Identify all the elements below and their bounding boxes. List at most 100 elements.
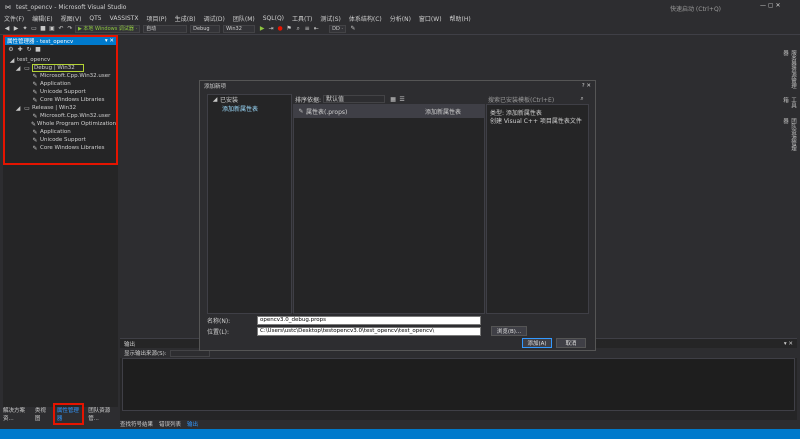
dialog-category-pane: ◢ 已安装 添加新属性表 bbox=[207, 94, 292, 314]
expand-icon[interactable]: ◢ bbox=[14, 64, 22, 72]
run-icon[interactable]: ▶ bbox=[258, 25, 266, 33]
add-button[interactable]: 添加(A) bbox=[522, 338, 552, 348]
step-icon[interactable]: ⇥ bbox=[267, 25, 275, 33]
extension-icon[interactable]: ✎ bbox=[349, 25, 357, 33]
tab-find-symbol-results[interactable]: 查找符号结果 bbox=[120, 420, 153, 428]
add-property-sheet-icon[interactable]: ✚ bbox=[16, 46, 24, 54]
tab-class-view[interactable]: 类视图 bbox=[35, 406, 49, 422]
location-field[interactable]: C:\Users\ustc\Desktop\testopencv3.0\test… bbox=[257, 326, 481, 336]
tree-project[interactable]: ◢ test_opencv bbox=[5, 56, 116, 64]
dialog-close-icon[interactable]: ? ✕ bbox=[582, 83, 591, 89]
menu-edit[interactable]: 编辑(E) bbox=[32, 14, 52, 23]
open-file-icon[interactable]: ▭ bbox=[30, 25, 38, 33]
menu-sql[interactable]: SQL(Q) bbox=[263, 15, 284, 22]
new-project-icon[interactable]: ✦ bbox=[21, 25, 29, 33]
indent-icon[interactable]: ⇤ bbox=[312, 25, 320, 33]
rail-toolbox[interactable]: 工具箱 bbox=[781, 97, 797, 112]
back-icon[interactable]: ◀ bbox=[3, 25, 11, 33]
dd-dropdown[interactable]: DD · bbox=[329, 24, 347, 33]
category-item-label: 添加新属性表 bbox=[222, 106, 259, 113]
comment-icon[interactable]: ≡ bbox=[303, 25, 311, 33]
tree-item-label: Unicode Support bbox=[40, 89, 86, 95]
template-description-line: 创建 Visual C++ 项目属性表文件 bbox=[490, 118, 582, 125]
tree-item[interactable]: ✎ Unicode Support bbox=[5, 136, 116, 144]
category-item[interactable]: 添加新属性表 bbox=[208, 104, 291, 113]
tab-property-manager[interactable]: 属性管理器 bbox=[52, 403, 85, 425]
sort-label: 排序依据: bbox=[295, 96, 322, 104]
tree-item[interactable]: ✎ Unicode Support bbox=[5, 88, 116, 96]
tab-solution-explorer[interactable]: 解决方案资... bbox=[3, 406, 31, 422]
menu-architecture[interactable]: 体系结构(C) bbox=[349, 14, 382, 23]
template-item[interactable]: ✎ 属性表(.props) 添加新属性表 bbox=[294, 105, 484, 118]
tree-debug-label: Debug | Win32 bbox=[32, 64, 84, 72]
breakpoint-icon[interactable]: ● bbox=[276, 25, 284, 33]
save-icon[interactable]: ■ bbox=[39, 25, 47, 33]
panel-pin-close[interactable]: ▾ ✕ bbox=[105, 38, 114, 44]
name-field[interactable]: opencv3.0_debug.props bbox=[257, 315, 481, 325]
search-box[interactable]: 搜索已安装模板(Ctrl+E) ⌕ bbox=[486, 94, 589, 104]
output-text-area[interactable] bbox=[122, 358, 795, 411]
sort-dropdown[interactable]: 默认值 bbox=[323, 95, 386, 103]
expand-icon[interactable]: ◢ bbox=[211, 96, 219, 104]
quick-launch-input[interactable]: 快速启动 (Ctrl+Q) bbox=[670, 4, 721, 13]
menu-test[interactable]: 测试(S) bbox=[320, 14, 341, 23]
cancel-button[interactable]: 取消 bbox=[556, 338, 586, 348]
tree-item-label: Unicode Support bbox=[40, 137, 86, 143]
tree-release-node[interactable]: ◢ ▭ Release | Win32 bbox=[5, 104, 116, 112]
menu-help[interactable]: 帮助(H) bbox=[450, 14, 471, 23]
rail-team-explorer[interactable]: 团队资源管理器 bbox=[781, 118, 797, 154]
tree-item[interactable]: ✎ Microsoft.Cpp.Win32.user bbox=[5, 112, 116, 120]
undo-icon[interactable]: ↶ bbox=[57, 25, 65, 33]
tab-team-explorer[interactable]: 团队资源管... bbox=[88, 406, 116, 422]
auto-dropdown[interactable]: 自动 bbox=[143, 24, 188, 33]
wrench-icon: ✎ bbox=[31, 120, 37, 128]
menu-team[interactable]: 团队(M) bbox=[233, 14, 255, 23]
tree-debug-node[interactable]: ◢ ▭ Debug | Win32 bbox=[5, 64, 116, 72]
location-label: 位置(L): bbox=[207, 328, 230, 336]
configuration-dropdown[interactable]: Debug bbox=[190, 24, 221, 33]
menu-qt5[interactable]: QT5 bbox=[89, 15, 101, 22]
tree-item[interactable]: ✎ Application bbox=[5, 128, 116, 136]
tab-error-list[interactable]: 错误列表 bbox=[159, 420, 181, 428]
menu-file[interactable]: 文件(F) bbox=[4, 14, 24, 23]
browse-button[interactable]: 浏览(B)... bbox=[491, 326, 527, 336]
search-icon[interactable]: ⌕ bbox=[578, 95, 586, 103]
dialog-template-pane: 排序依据: 默认值 ▦ ☰ ✎ 属性表(.props) 添加新属性表 bbox=[293, 94, 485, 314]
menu-debug[interactable]: 调试(D) bbox=[204, 14, 225, 23]
start-debugger-button[interactable]: ▶ 本地 Windows 调试器 · bbox=[75, 24, 141, 33]
wrench-icon[interactable]: ⚙ bbox=[7, 46, 15, 54]
menu-build[interactable]: 生成(B) bbox=[175, 14, 196, 23]
tree-item[interactable]: ✎ Core Windows Libraries bbox=[5, 96, 116, 104]
property-manager-highlight: 属性管理器 - test_opencv ▾ ✕ ⚙ ✚ ↻ ■ ◢ test_op… bbox=[3, 35, 118, 165]
refresh-icon[interactable]: ↻ bbox=[25, 46, 33, 54]
tab-output[interactable]: 输出 bbox=[187, 420, 198, 428]
installed-node[interactable]: ◢ 已安装 bbox=[208, 95, 291, 104]
search-input[interactable]: 搜索已安装模板(Ctrl+E) bbox=[488, 95, 554, 104]
wrench-icon: ✎ bbox=[32, 72, 38, 80]
tree-item[interactable]: ✎ Microsoft.Cpp.Win32.user bbox=[5, 72, 116, 80]
menu-window[interactable]: 窗口(W) bbox=[419, 14, 442, 23]
dialog-title-bar: 添加新项 ? ✕ bbox=[200, 81, 595, 91]
menu-tools[interactable]: 工具(T) bbox=[292, 14, 312, 23]
list-view-icon[interactable]: ☰ bbox=[398, 95, 406, 103]
forward-icon[interactable]: ▶ bbox=[12, 25, 20, 33]
tree-item[interactable]: ✎ Whole Program Optimization bbox=[5, 120, 116, 128]
menu-analyze[interactable]: 分析(N) bbox=[390, 14, 411, 23]
save-all-icon[interactable]: ▣ bbox=[48, 25, 56, 33]
menu-vassistx[interactable]: VASSISTX bbox=[110, 15, 139, 22]
expand-icon[interactable]: ◢ bbox=[14, 104, 22, 112]
tree-item[interactable]: ✎ Application bbox=[5, 80, 116, 88]
find-icon[interactable]: ⌕ bbox=[294, 25, 302, 33]
output-panel-controls[interactable]: ▾ ✕ bbox=[784, 341, 793, 347]
tree-item[interactable]: ✎ Core Windows Libraries bbox=[5, 144, 116, 152]
platform-dropdown[interactable]: Win32 bbox=[223, 24, 256, 33]
save-sheet-icon[interactable]: ■ bbox=[34, 46, 42, 54]
menu-project[interactable]: 项目(P) bbox=[146, 14, 166, 23]
window-controls[interactable]: — ▢ ✕ bbox=[760, 2, 781, 9]
bookmark-icon[interactable]: ⚑ bbox=[285, 25, 293, 33]
grid-view-icon[interactable]: ▦ bbox=[389, 95, 397, 103]
menu-view[interactable]: 视图(V) bbox=[61, 14, 82, 23]
expand-icon[interactable]: ◢ bbox=[8, 56, 16, 64]
rail-server-explorer[interactable]: 服务器资源管理器 bbox=[781, 50, 797, 91]
redo-icon[interactable]: ↷ bbox=[66, 25, 74, 33]
